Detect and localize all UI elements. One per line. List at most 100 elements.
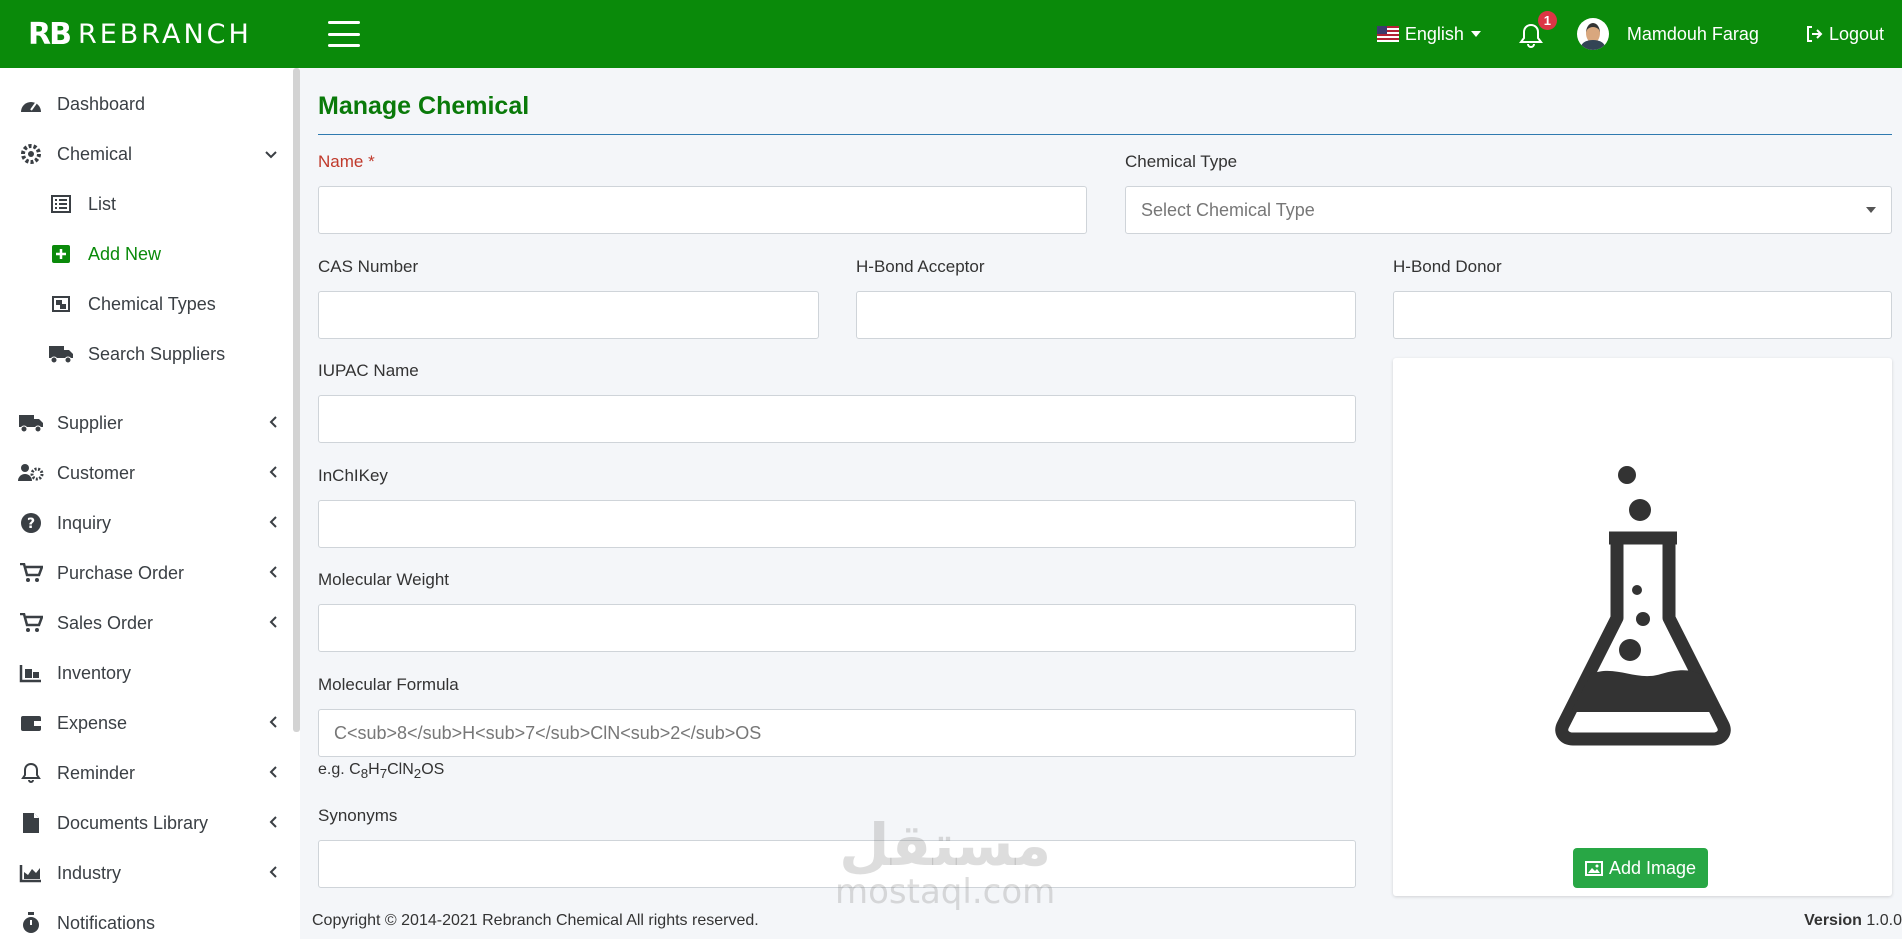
- add-image-button[interactable]: Add Image: [1573, 848, 1709, 888]
- hbond-donor-input[interactable]: [1393, 291, 1892, 339]
- sidebar-item-label: Dashboard: [57, 93, 146, 114]
- hbond-acceptor-input[interactable]: [856, 291, 1356, 339]
- sidebar-item-label: Supplier: [57, 412, 124, 433]
- sidebar-item-label: Chemical Types: [88, 293, 216, 314]
- sidebar-item-label: Inquiry: [57, 512, 112, 533]
- user-menu[interactable]: Mamdouh Farag: [1576, 18, 1759, 50]
- question-circle-icon: ?: [18, 512, 44, 534]
- chemical-type-label: Chemical Type: [1125, 152, 1238, 171]
- sign-out-icon: [1806, 26, 1823, 42]
- list-icon: [48, 193, 74, 215]
- sidebar-item-dashboard[interactable]: Dashboard: [0, 84, 290, 124]
- footer-copyright: Copyright © 2014-2021 Rebranch Chemical …: [312, 912, 759, 929]
- gear-icon: [18, 143, 44, 165]
- help-prefix: e.g.: [318, 761, 350, 778]
- chevron-left-icon: [268, 563, 278, 584]
- cas-number-input[interactable]: [318, 291, 819, 339]
- users-gear-icon: [18, 462, 44, 484]
- sidebar-item-search-suppliers[interactable]: Search Suppliers: [0, 334, 290, 374]
- brand-logo[interactable]: RB REBRANCH: [28, 17, 300, 52]
- sidebar-item-inquiry[interactable]: ? Inquiry: [0, 503, 290, 543]
- page-title: Manage Chemical: [318, 92, 530, 120]
- sidebar-item-reminder[interactable]: Reminder: [0, 753, 290, 793]
- name-input[interactable]: [318, 186, 1087, 234]
- synonyms-input[interactable]: [318, 840, 1356, 888]
- logout-button[interactable]: Logout: [1805, 24, 1884, 45]
- plus-square-icon: [48, 243, 74, 265]
- image-icon: [1585, 860, 1603, 876]
- sidebar-item-label: Add New: [88, 243, 162, 264]
- chevron-down-icon: [1470, 31, 1481, 37]
- chevron-left-icon: [268, 463, 278, 484]
- chemical-image-panel: Add Image: [1393, 358, 1892, 896]
- chemical-type-select[interactable]: Select Chemical Type: [1125, 186, 1892, 234]
- notifications-button[interactable]: 1: [1518, 11, 1557, 49]
- flask-icon: [1555, 466, 1731, 746]
- iupac-name-label: IUPAC Name: [318, 361, 419, 380]
- sidebar-item-sales-order[interactable]: Sales Order: [0, 603, 290, 643]
- stopwatch-icon: [18, 912, 44, 934]
- sidebar-item-chemical[interactable]: Chemical: [0, 134, 290, 174]
- molecular-formula-input[interactable]: [318, 709, 1356, 757]
- sidebar-item-label: Inventory: [57, 662, 132, 683]
- version-value: 1.0.0: [1866, 912, 1902, 929]
- sidebar: Dashboard Chemical List Add New Chemical…: [0, 68, 300, 939]
- chevron-left-icon: [268, 713, 278, 734]
- version-label: Version: [1804, 912, 1862, 929]
- sidebar-item-notifications[interactable]: Notifications: [0, 903, 290, 939]
- wallet-icon: [18, 712, 44, 734]
- notification-count-badge: 1: [1537, 11, 1557, 30]
- sidebar-item-expense[interactable]: Expense: [0, 703, 290, 743]
- chevron-left-icon: [268, 513, 278, 534]
- sidebar-item-purchase-order[interactable]: Purchase Order: [0, 553, 290, 593]
- molecular-formula-label: Molecular Formula: [318, 675, 459, 694]
- name-label: Name *: [318, 152, 375, 172]
- synonyms-label: Synonyms: [318, 806, 398, 825]
- sidebar-item-label: Purchase Order: [57, 562, 185, 583]
- chevron-left-icon: [268, 763, 278, 784]
- bell-icon: [1518, 23, 1543, 48]
- logout-label: Logout: [1828, 23, 1884, 44]
- required-asterisk: *: [368, 152, 375, 171]
- formula-example: C8H7ClN2OS: [349, 761, 445, 782]
- svg-text:?: ?: [27, 516, 35, 532]
- sidebar-item-label: Search Suppliers: [88, 343, 226, 364]
- iupac-name-input[interactable]: [318, 395, 1356, 443]
- sidebar-item-label: Sales Order: [57, 612, 154, 633]
- footer-version: Version 1.0.0: [1804, 912, 1902, 930]
- truck-icon: [18, 412, 44, 434]
- sidebar-item-label: Reminder: [57, 762, 136, 783]
- inchikey-input[interactable]: [318, 500, 1356, 548]
- sidebar-item-inventory[interactable]: Inventory: [0, 653, 290, 693]
- sidebar-item-chemical-types[interactable]: Chemical Types: [0, 284, 290, 324]
- chevron-down-icon: [264, 144, 278, 165]
- hbond-donor-label: H-Bond Donor: [1393, 257, 1502, 276]
- sidebar-item-customer[interactable]: Customer: [0, 453, 290, 493]
- industry-chart-icon: [18, 862, 44, 884]
- molecular-weight-label: Molecular Weight: [318, 570, 450, 589]
- user-name: Mamdouh Farag: [1626, 23, 1759, 44]
- chevron-down-icon: [1866, 207, 1876, 213]
- sidebar-scrollbar[interactable]: [293, 68, 300, 732]
- menu-toggle-icon[interactable]: [328, 21, 360, 47]
- sidebar-item-label: Notifications: [57, 912, 156, 933]
- top-navbar: RB REBRANCH English 1 Mamdouh Farag Logo…: [0, 0, 1902, 68]
- sidebar-item-chemical-add-new[interactable]: Add New: [0, 234, 290, 274]
- chemical-type-placeholder: Select Chemical Type: [1141, 199, 1315, 220]
- molecular-weight-input[interactable]: [318, 604, 1356, 652]
- title-divider: [318, 134, 1892, 135]
- main-content: Manage Chemical Name * Chemical Type Sel…: [318, 68, 1892, 939]
- us-flag-icon: [1376, 26, 1399, 42]
- sidebar-item-documents-library[interactable]: Documents Library: [0, 803, 290, 843]
- inchikey-label: InChIKey: [318, 466, 388, 485]
- tachometer-icon: [18, 93, 44, 115]
- sidebar-item-supplier[interactable]: Supplier: [0, 403, 290, 443]
- language-dropdown[interactable]: English: [1376, 24, 1481, 45]
- cart-plus-icon: [18, 612, 44, 634]
- truck-icon: [48, 343, 74, 365]
- sidebar-item-label: Industry: [57, 862, 122, 883]
- avatar: [1576, 18, 1609, 50]
- sidebar-item-chemical-list[interactable]: List: [0, 184, 290, 224]
- sidebar-item-industry[interactable]: Industry: [0, 853, 290, 893]
- cas-number-label: CAS Number: [318, 257, 419, 276]
